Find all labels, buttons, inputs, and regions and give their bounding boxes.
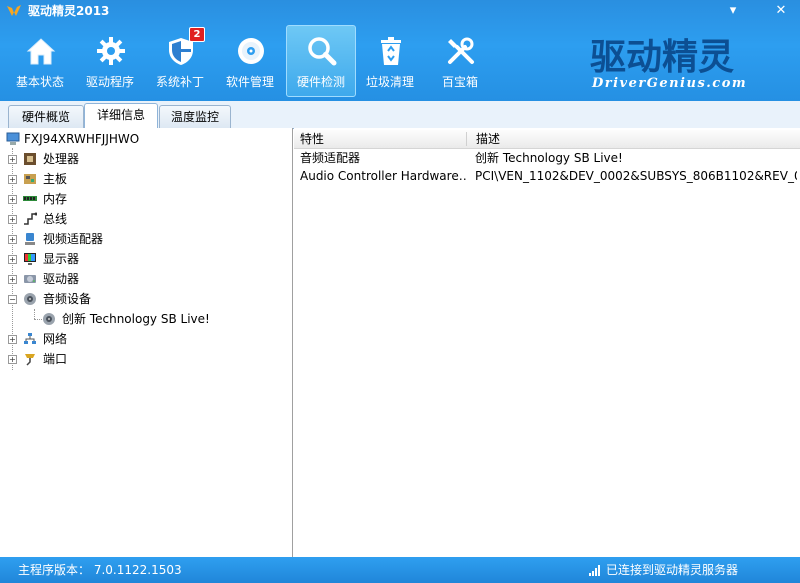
column-header-property[interactable]: 特性 [294, 130, 464, 148]
tree-item-label: 显示器 [43, 252, 80, 266]
tab-details[interactable]: 详细信息 [84, 103, 158, 129]
tree-item-label: 主板 [43, 172, 68, 186]
speaker-icon [43, 313, 55, 325]
drive-icon [24, 275, 36, 283]
list-cell-property: Audio Controller Hardware… [300, 169, 466, 183]
brand-logo-text: 驱动精灵 [590, 37, 734, 75]
toolbar-label: 系统补丁 [155, 75, 204, 89]
expand-icon[interactable]: + [8, 355, 17, 364]
list-cell-property: 音频适配器 [300, 151, 361, 165]
toolbar-patches-button[interactable]: 2 系统补丁 [146, 26, 214, 96]
properties-list: 特性 描述 音频适配器 创新 Technology SB Live! Audio… [294, 128, 800, 557]
window-title: 驱动精灵2013 [28, 4, 110, 18]
app-window: 驱动精灵2013 ▾ ✕ 基本状态 驱动程序 2 系统补丁 软件管理 硬件检测 … [0, 0, 800, 583]
expand-icon[interactable]: + [8, 195, 17, 204]
expand-icon[interactable]: + [8, 255, 17, 264]
toolbar-basic-status-button[interactable]: 基本状态 [6, 26, 74, 96]
expand-icon[interactable]: + [8, 235, 17, 244]
bus-icon [24, 212, 37, 225]
title-bar: 驱动精灵2013 ▾ ✕ [0, 0, 800, 22]
video-adapter-icon [25, 233, 35, 245]
expand-icon[interactable]: + [8, 155, 17, 164]
tree-item-label: 驱动器 [43, 272, 80, 286]
collapse-icon[interactable]: − [8, 295, 17, 304]
computer-icon [6, 132, 20, 145]
list-row[interactable]: 音频适配器 创新 Technology SB Live! [294, 149, 800, 167]
minimize-button[interactable]: ▾ [723, 2, 743, 20]
tree-item-label: 内存 [43, 192, 68, 206]
expand-icon[interactable]: + [8, 175, 17, 184]
app-logo-icon [7, 5, 21, 16]
tree-guide-line [34, 309, 35, 319]
toolbar-label: 垃圾清理 [365, 75, 414, 89]
motherboard-icon [24, 174, 36, 184]
memory-icon [23, 196, 37, 201]
tree-root-label: FXJ94XRWHFJJHWO [24, 132, 140, 146]
toolbar-label: 软件管理 [225, 75, 274, 89]
disc-icon [238, 38, 264, 64]
toolbar-label: 百宝箱 [441, 75, 478, 89]
toolbar-toolbox-button[interactable]: 百宝箱 [426, 26, 494, 96]
list-cell-description: PCI\VEN_1102&DEV_0002&SUBSYS_806B1102&RE… [475, 169, 797, 183]
tab-bar: 硬件概览 详细信息 温度监控 [0, 101, 800, 129]
toolbar-drivers-button[interactable]: 驱动程序 [76, 26, 144, 96]
tools-icon [448, 37, 474, 64]
speaker-icon [24, 293, 36, 305]
signal-icon [589, 565, 600, 576]
patch-count-badge: 2 [189, 27, 205, 42]
toolbar-label: 基本状态 [15, 75, 64, 89]
brand-subtitle: DriverGenius.com [592, 76, 748, 91]
toolbar-label: 硬件检测 [296, 75, 345, 89]
tab-hardware-overview[interactable]: 硬件概览 [8, 105, 84, 128]
status-bar: 主程序版本： 7.0.1122.1503 已连接到驱动精灵服务器 [0, 557, 800, 583]
recycle-bin-icon [381, 37, 401, 65]
column-header-description[interactable]: 描述 [470, 130, 776, 148]
version-text: 主程序版本： 7.0.1122.1503 [18, 563, 182, 577]
tree-item-label: 端口 [43, 352, 68, 366]
monitor-icon [24, 253, 36, 265]
close-button[interactable]: ✕ [771, 2, 791, 20]
port-icon [25, 354, 35, 366]
tree-item-label: 音频设备 [43, 292, 92, 306]
tree-item-label: 视频适配器 [43, 232, 104, 246]
tree-item-label: 网络 [43, 332, 68, 346]
list-row[interactable]: Audio Controller Hardware… PCI\VEN_1102&… [294, 167, 800, 185]
tree-item-label: 处理器 [43, 152, 80, 166]
gear-icon [97, 37, 125, 65]
toolbar-label: 驱动程序 [85, 75, 134, 89]
brand-logo: 驱动精灵 [590, 37, 734, 75]
toolbar-software-button[interactable]: 软件管理 [216, 26, 284, 96]
magnifier-icon [308, 37, 337, 66]
main-toolbar: 基本状态 驱动程序 2 系统补丁 软件管理 硬件检测 垃圾清理 百宝箱 [0, 25, 500, 98]
tab-temperature[interactable]: 温度监控 [159, 105, 231, 128]
cpu-icon [24, 153, 36, 165]
device-tree: FXJ94XRWHFJJHWO + 处理器 + 主板 + 内存 + 总线 + 视… [0, 128, 293, 557]
expand-icon[interactable]: + [8, 215, 17, 224]
network-icon [24, 333, 36, 344]
toolbar-cleanup-button[interactable]: 垃圾清理 [356, 26, 424, 96]
list-header: 特性 描述 [294, 130, 800, 149]
tree-guide-line [34, 319, 42, 320]
header-bar: 驱动精灵2013 ▾ ✕ 基本状态 驱动程序 2 系统补丁 软件管理 硬件检测 … [0, 0, 800, 101]
connection-status: 已连接到驱动精灵服务器 [606, 563, 739, 577]
expand-icon[interactable]: + [8, 335, 17, 344]
list-cell-description: 创新 Technology SB Live! [475, 151, 623, 165]
home-icon [26, 38, 56, 65]
toolbar-hardware-button[interactable]: 硬件检测 [286, 25, 356, 97]
expand-icon[interactable]: + [8, 275, 17, 284]
column-separator[interactable] [466, 132, 467, 146]
tree-item-label: 总线 [43, 212, 68, 226]
tree-child-label: 创新 Technology SB Live! [62, 312, 210, 326]
